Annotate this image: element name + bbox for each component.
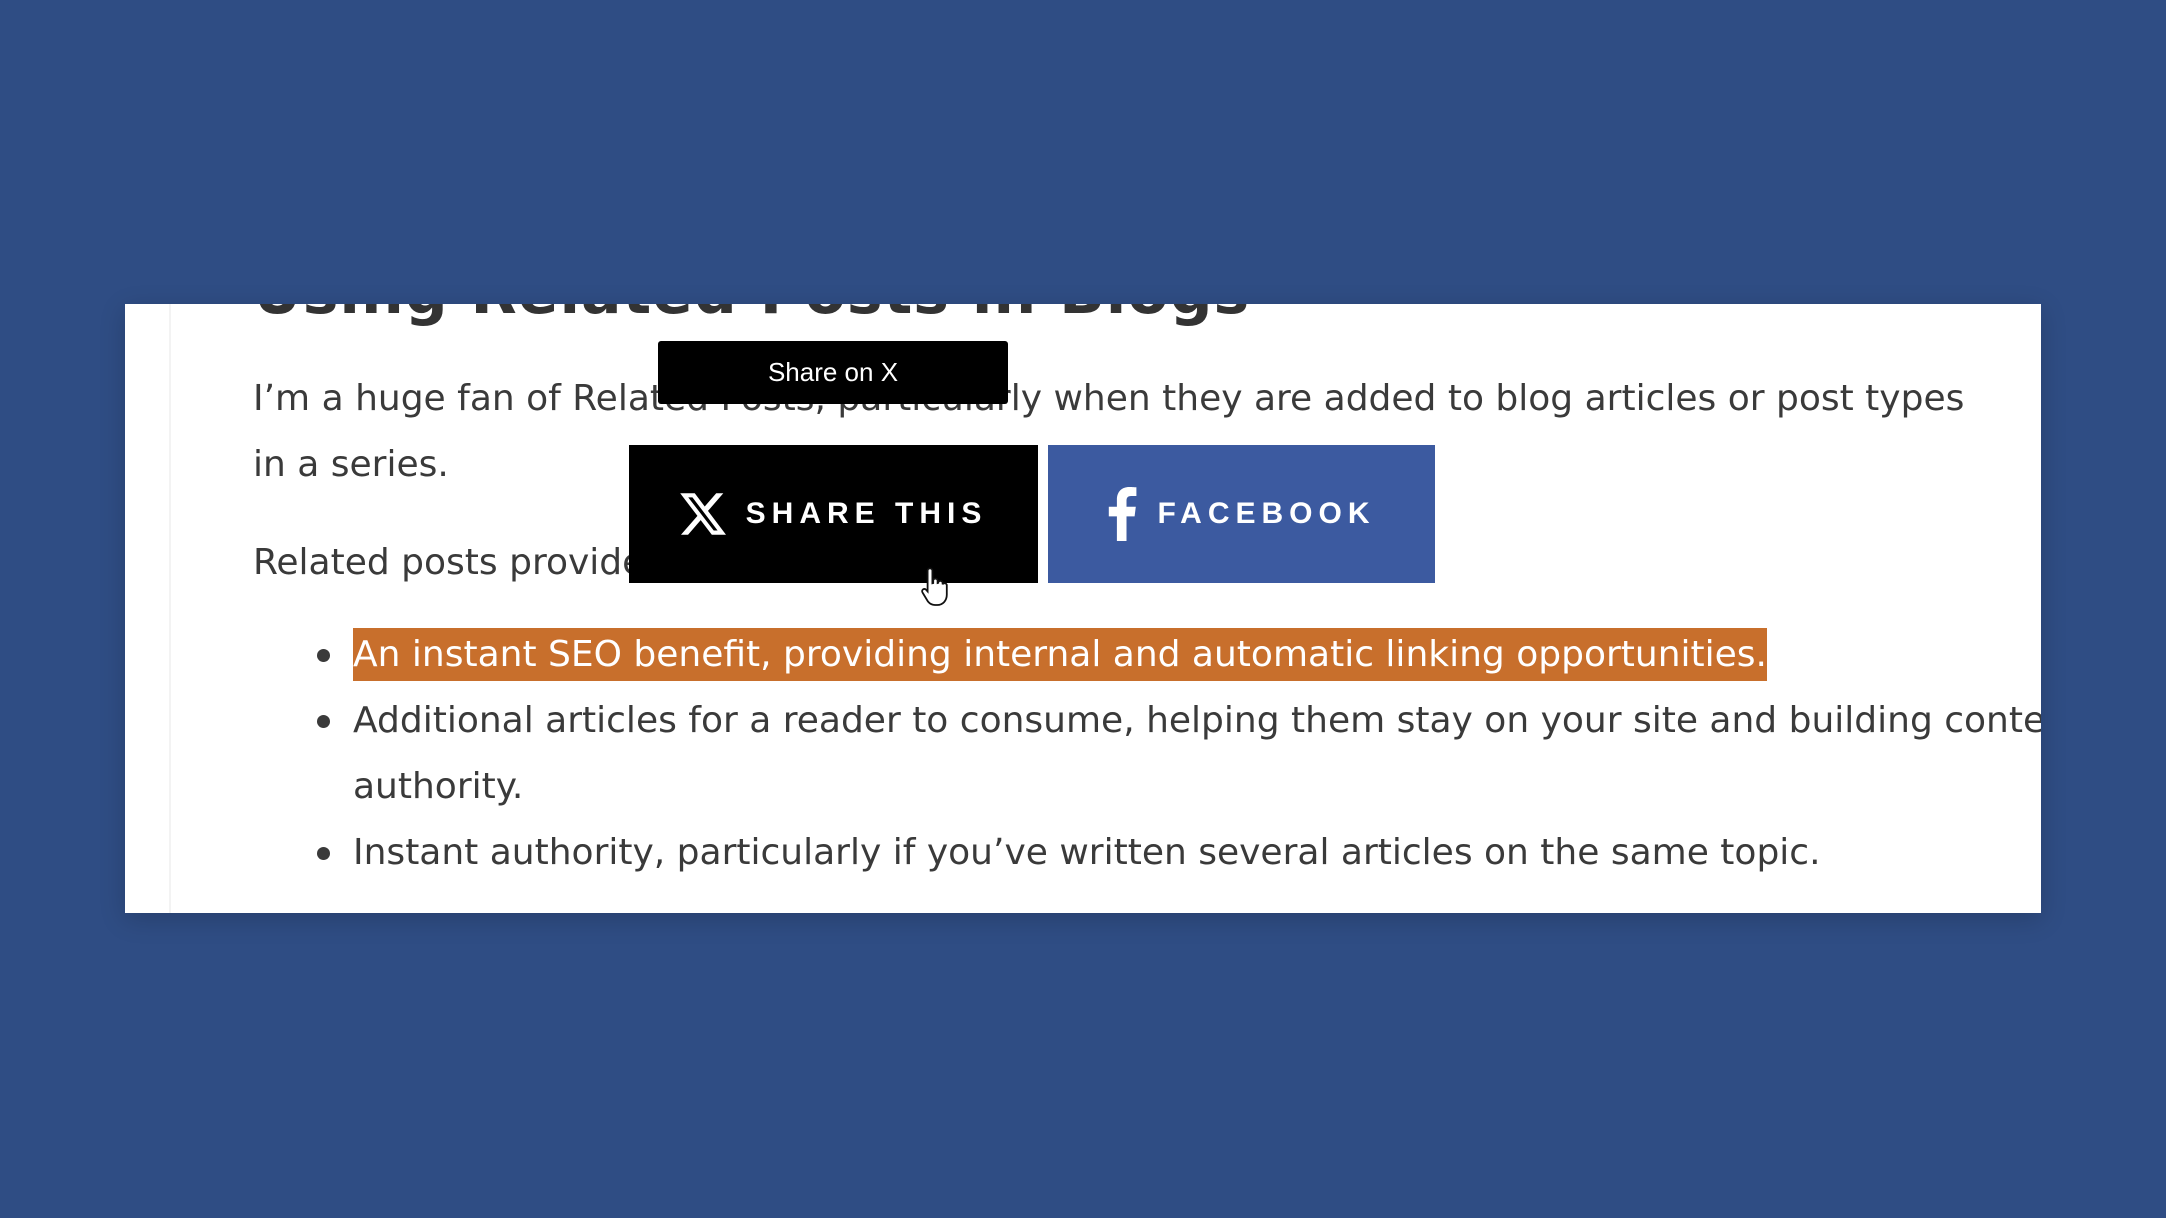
article-card: Using Related Posts in Blogs I’m a huge … (125, 304, 2041, 913)
x-logo-icon (679, 491, 726, 537)
content-divider (169, 304, 171, 913)
bullet-icon (317, 715, 330, 728)
benefits-list: An instant SEO benefit, providing intern… (253, 622, 2041, 886)
list-item-text: Instant authority, particularly if you’v… (353, 832, 1821, 873)
list-item: Instant authority, particularly if you’v… (317, 820, 2041, 886)
selected-text[interactable]: An instant SEO benefit, providing intern… (353, 628, 1767, 681)
bullet-icon (317, 649, 330, 662)
share-on-x-button[interactable]: SHARE THIS (629, 445, 1038, 583)
section-heading: Using Related Posts in Blogs (253, 304, 1250, 328)
share-facebook-button[interactable]: FACEBOOK (1048, 445, 1435, 583)
facebook-icon (1107, 487, 1137, 541)
share-facebook-label: FACEBOOK (1157, 497, 1376, 530)
bullet-icon (317, 847, 330, 860)
list-item[interactable]: An instant SEO benefit, providing intern… (317, 622, 2041, 688)
list-item: Additional articles for a reader to cons… (317, 688, 2041, 820)
share-x-label: SHARE THIS (745, 497, 988, 530)
paragraph-related: Related posts provide (253, 542, 645, 583)
share-tooltip: Share on X (658, 341, 1008, 404)
hand-pointer-icon (921, 566, 949, 611)
list-item-text: Additional articles for a reader to cons… (353, 700, 2041, 807)
